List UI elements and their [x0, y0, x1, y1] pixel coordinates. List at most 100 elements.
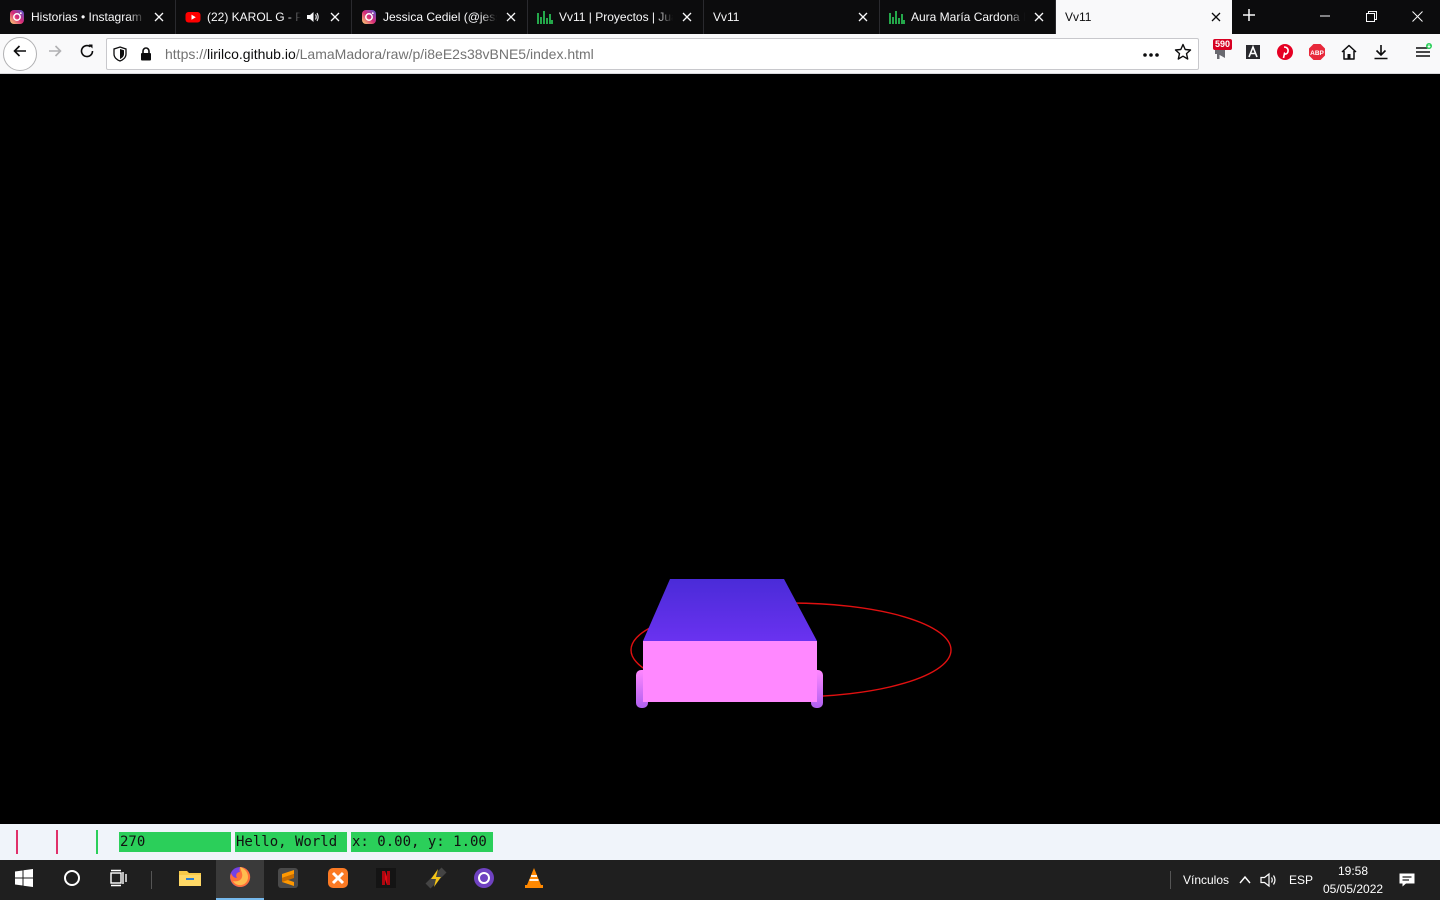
anime-extension-icon [1244, 43, 1262, 66]
close-icon[interactable] [1208, 9, 1224, 25]
window-controls [1302, 0, 1440, 32]
debug-indicator-2 [56, 830, 58, 854]
tab-vv11-projects[interactable]: Vv11 | Proyectos | Juan [528, 0, 704, 34]
reload-icon [79, 43, 95, 64]
bookmark-star-icon[interactable] [1174, 43, 1192, 66]
notification-badge: 590 [1213, 39, 1233, 50]
cortana-circle-icon [63, 869, 81, 892]
tab-title: (22) KAROL G - PROVENZA [207, 10, 301, 24]
url-scheme: https:// [165, 46, 208, 62]
taskbar-separator [151, 871, 152, 889]
downloads-button[interactable] [1365, 38, 1397, 70]
tab-title: Historias • Instagram [31, 10, 142, 24]
arrow-left-icon [12, 43, 28, 64]
tab-title: Vv11 | Proyectos | Juan [559, 10, 673, 24]
stop-sign-icon [1276, 43, 1294, 66]
links-toolbar-label[interactable]: Vínculos [1183, 873, 1229, 887]
home-icon [1340, 43, 1358, 66]
extension-megaphone-button[interactable]: 590 [1205, 38, 1237, 70]
close-icon[interactable] [1031, 9, 1047, 25]
extension-adblock-button[interactable]: ABP [1301, 38, 1333, 70]
tab-vv11[interactable]: Vv11 [704, 0, 880, 34]
xampp-icon [327, 867, 349, 894]
close-icon[interactable] [327, 9, 343, 25]
language-indicator[interactable]: ESP [1289, 873, 1313, 887]
tab-vv11-active[interactable]: Vv11 [1056, 0, 1232, 34]
taskbar-firefox[interactable] [216, 860, 264, 900]
forward-button[interactable] [39, 38, 71, 70]
taskbar-file-explorer[interactable] [166, 860, 214, 900]
windows-logo-icon [15, 868, 33, 892]
new-tab-button[interactable] [1232, 0, 1266, 34]
search-button[interactable] [48, 860, 96, 900]
task-view-icon [110, 869, 130, 892]
netflix-icon [375, 867, 397, 894]
windows-taskbar: Vínculos ESP 19:58 05/05/2022 [0, 860, 1440, 900]
extension-pinterest-button[interactable] [1269, 38, 1301, 70]
webgl-canvas[interactable] [0, 74, 1440, 824]
tab-title: Vv11 [1065, 10, 1092, 24]
url-text[interactable]: https://lirilco.github.io/LamaMadora/raw… [165, 46, 594, 62]
url-path: /LamaMadora/raw/p/i8eE2s38vBNE5/index.ht… [295, 46, 594, 62]
tab-instagram-profile[interactable]: Jessica Cediel (@jessicacediel) [352, 0, 528, 34]
car-body [643, 641, 817, 702]
taskbar-netflix[interactable] [362, 860, 410, 900]
instagram-icon [361, 9, 377, 25]
chevron-up-icon[interactable] [1238, 873, 1252, 892]
reload-button[interactable] [71, 38, 103, 70]
menu-button[interactable] [1407, 38, 1439, 70]
taskbar-github-desktop[interactable] [460, 860, 508, 900]
car-roof [643, 579, 817, 641]
chart-icon [889, 9, 905, 25]
plus-icon [1242, 8, 1256, 27]
download-icon [1372, 43, 1390, 66]
lock-icon[interactable] [133, 39, 159, 69]
chart-icon [537, 9, 553, 25]
arrow-right-icon [47, 43, 63, 64]
lightning-app-icon [425, 867, 447, 894]
tab-title: Aura María Cardona Duque [911, 10, 1025, 24]
hamburger-menu-icon [1414, 42, 1432, 66]
github-icon [473, 867, 495, 894]
tab-youtube[interactable]: (22) KAROL G - PROVENZA [176, 0, 352, 34]
tab-title: Jessica Cediel (@jessicacediel) [383, 10, 497, 24]
debug-coordinates: x: 0.00, y: 1.00 [351, 832, 493, 852]
restore-button[interactable] [1348, 0, 1394, 32]
clock-date[interactable]: 05/05/2022 [1323, 882, 1383, 896]
start-button[interactable] [0, 860, 48, 900]
clock-time[interactable]: 19:58 [1338, 864, 1368, 878]
shield-icon[interactable] [107, 39, 133, 69]
tab-aura-maria[interactable]: Aura María Cardona Duque [880, 0, 1056, 34]
home-button[interactable] [1333, 38, 1365, 70]
speaker-icon[interactable] [305, 9, 321, 25]
youtube-icon [185, 9, 201, 25]
taskbar-xampp[interactable] [314, 860, 362, 900]
extension-anime-button[interactable] [1237, 38, 1269, 70]
debug-message: Hello, World [235, 832, 347, 852]
debug-bar: 270 Hello, World x: 0.00, y: 1.00 [0, 824, 1440, 860]
close-icon[interactable] [503, 9, 519, 25]
more-actions-icon[interactable] [1142, 45, 1160, 63]
instagram-icon [9, 9, 25, 25]
navigation-toolbar: https://lirilco.github.io/LamaMadora/raw… [0, 34, 1440, 74]
svg-text:ABP: ABP [1310, 49, 1324, 56]
taskbar-sublime-text[interactable] [264, 860, 312, 900]
url-bar[interactable]: https://lirilco.github.io/LamaMadora/raw… [106, 38, 1199, 70]
debug-indicator-1 [16, 830, 18, 854]
task-view-button[interactable] [96, 860, 144, 900]
taskbar-app-lightning[interactable] [412, 860, 460, 900]
back-button[interactable] [3, 36, 37, 71]
minimize-button[interactable] [1302, 0, 1348, 32]
taskbar-vlc[interactable] [510, 860, 558, 900]
close-icon[interactable] [679, 9, 695, 25]
close-icon[interactable] [151, 9, 167, 25]
debug-counter: 270 [119, 832, 231, 852]
volume-icon[interactable] [1260, 872, 1278, 893]
url-host: lirilco.github.io [207, 46, 296, 62]
close-icon[interactable] [855, 9, 871, 25]
adblock-icon: ABP [1308, 43, 1326, 66]
notifications-icon[interactable] [1398, 871, 1416, 894]
tab-instagram-stories[interactable]: Historias • Instagram [0, 0, 176, 34]
close-window-button[interactable] [1394, 0, 1440, 32]
vlc-cone-icon [523, 867, 545, 894]
